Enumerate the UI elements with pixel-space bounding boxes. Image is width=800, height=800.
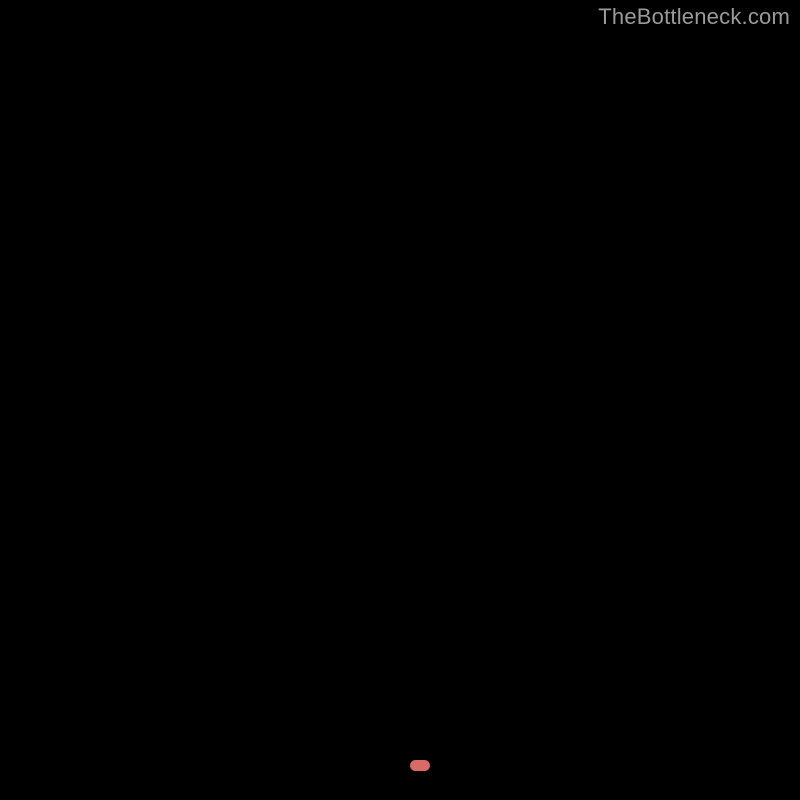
curve-path	[30, 30, 770, 771]
optimal-point-marker	[410, 760, 430, 771]
watermark-text: TheBottleneck.com	[598, 4, 790, 30]
plot-area	[30, 30, 770, 770]
chart-frame: TheBottleneck.com	[0, 0, 800, 800]
bottleneck-curve	[30, 30, 770, 770]
